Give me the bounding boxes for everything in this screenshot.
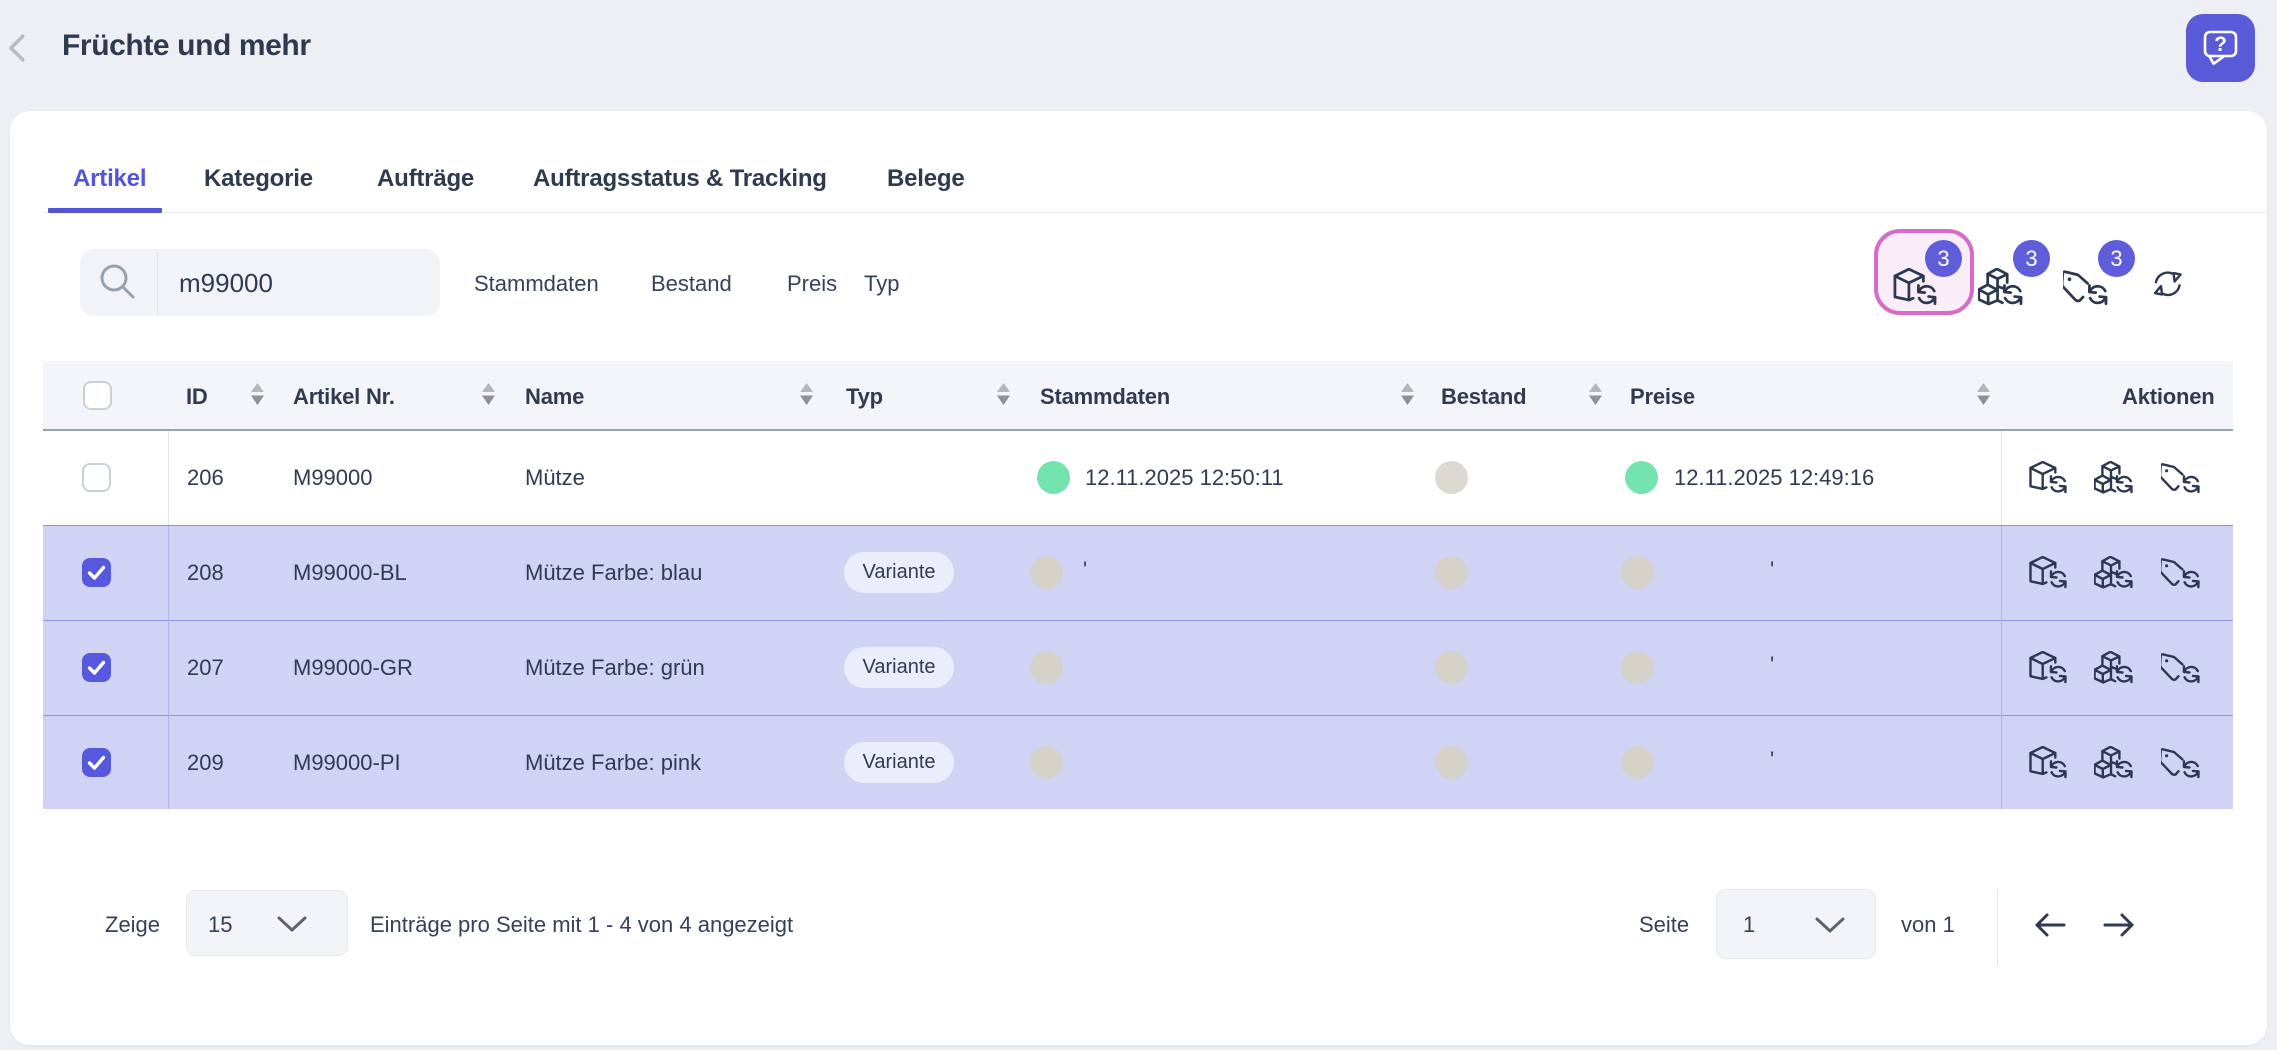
svg-text:?: ? — [2214, 33, 2227, 56]
